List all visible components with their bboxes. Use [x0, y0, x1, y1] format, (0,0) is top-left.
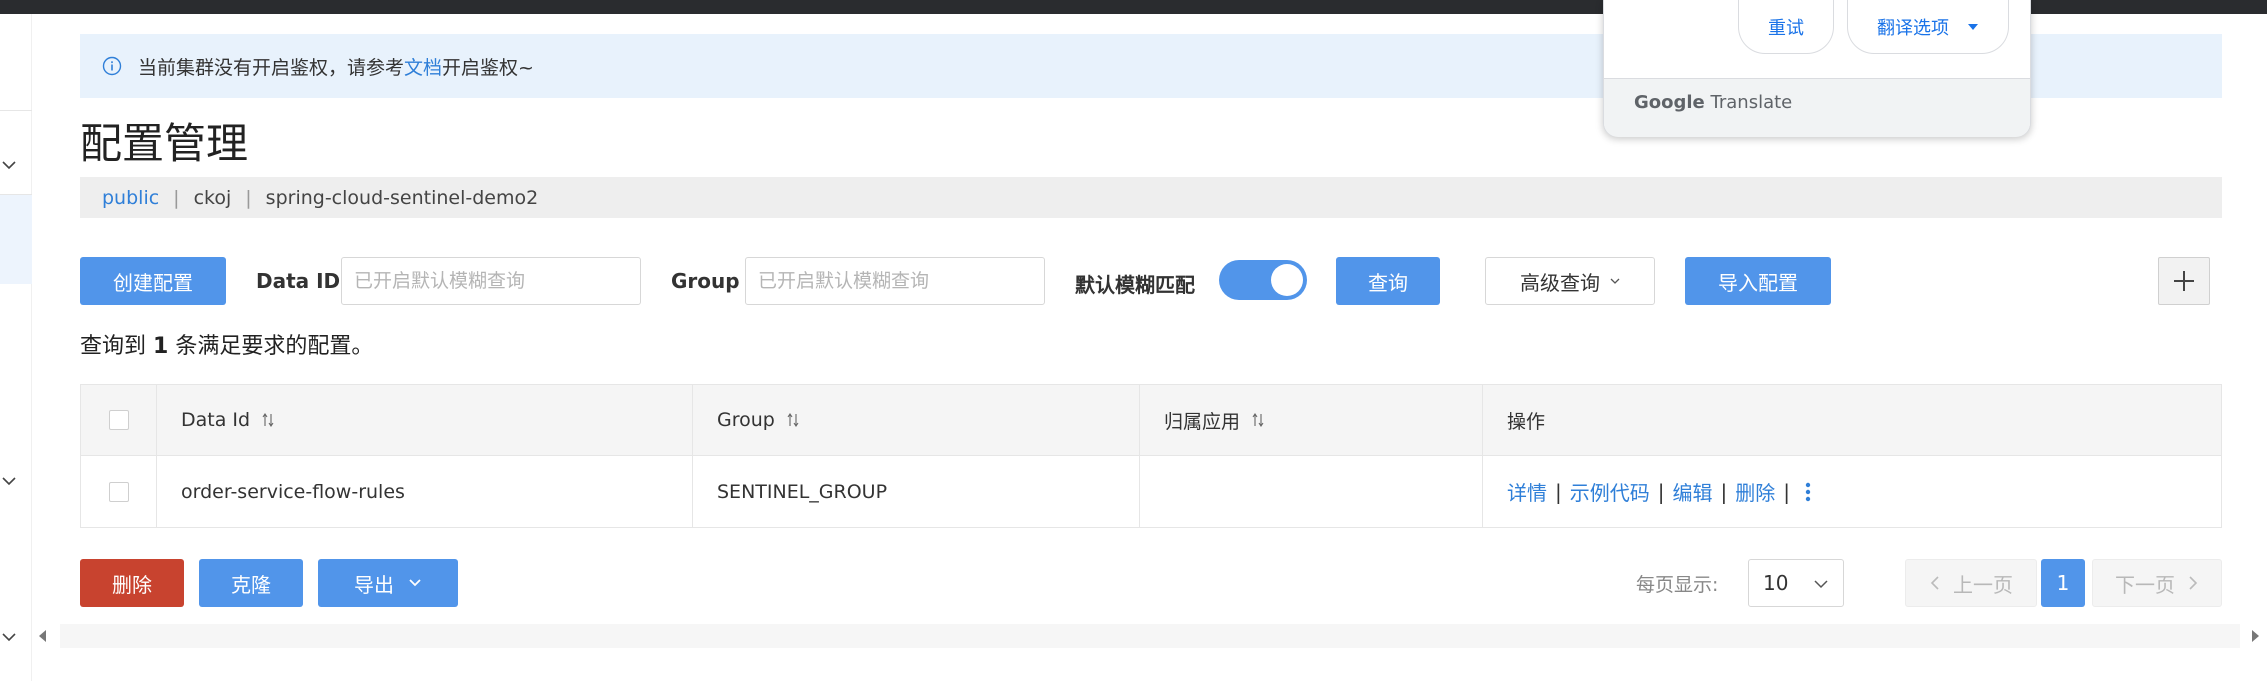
breadcrumb-item: ckoj [193, 186, 232, 209]
chevron-down-icon[interactable] [2, 629, 16, 643]
batch-delete-button[interactable]: 删除 [80, 559, 184, 607]
header-actions-label: 操作 [1507, 410, 1546, 433]
edit-link[interactable]: 编辑 [1673, 477, 1713, 506]
header-select-cell [81, 385, 157, 455]
action-separator: | [1555, 479, 1562, 504]
header-data-id-label: Data Id [181, 409, 251, 431]
export-label: 导出 [354, 572, 394, 597]
scroll-left-icon[interactable] [36, 629, 50, 643]
translate-brand-text: Translate [1710, 92, 1793, 113]
add-button[interactable] [2158, 257, 2210, 305]
sidebar-divider [0, 194, 32, 195]
sidebar-collapsed [0, 14, 32, 681]
create-config-button[interactable]: 创建配置 [80, 257, 226, 305]
header-data-id[interactable]: Data Id [157, 385, 693, 455]
delete-link[interactable]: 删除 [1735, 477, 1775, 506]
sidebar-divider [0, 110, 32, 111]
chevron-down-icon [409, 579, 421, 587]
select-all-checkbox[interactable] [108, 410, 129, 430]
row-select-cell [81, 456, 157, 527]
horizontal-scrollbar[interactable] [32, 624, 2267, 648]
action-separator: | [1657, 479, 1665, 504]
table-footer: 删除 克隆 导出 每页显示: 10 上一页 1 下一页 [80, 558, 2222, 608]
breadcrumb-separator: | [173, 186, 180, 209]
fuzzy-match-toggle[interactable] [1219, 260, 1307, 300]
breadcrumb-item: spring-cloud-sentinel-demo2 [265, 186, 539, 209]
translate-options-button[interactable]: 翻译选项 [1847, 0, 2009, 54]
google-translate-brand: Google Translate [1634, 92, 1792, 113]
config-table: Data Id Group 归属应用 操作 order-service-flow… [80, 384, 2222, 528]
more-vertical-icon[interactable] [1804, 481, 1812, 503]
chevron-down-icon [1610, 278, 1620, 284]
import-config-button[interactable]: 导入配置 [1685, 257, 1831, 305]
sample-code-link[interactable]: 示例代码 [1570, 477, 1650, 506]
breadcrumb: public | ckoj | spring-cloud-sentinel-de… [80, 177, 2222, 218]
table-row: order-service-flow-rules SENTINEL_GROUP … [81, 456, 2221, 527]
next-page-label: 下一页 [2115, 572, 2175, 597]
result-count: 1 [153, 334, 169, 359]
next-page-button[interactable]: 下一页 [2092, 559, 2222, 607]
advanced-query-button[interactable]: 高级查询 [1485, 257, 1655, 305]
page-size-value: 10 [1763, 571, 1789, 595]
breadcrumb-separator: | [245, 186, 252, 209]
translate-options-label: 翻译选项 [1877, 17, 1949, 39]
chevron-down-icon[interactable] [2, 473, 16, 487]
prev-page-button[interactable]: 上一页 [1905, 559, 2037, 607]
info-icon [102, 56, 122, 76]
clone-button[interactable]: 克隆 [199, 559, 303, 607]
sort-icon[interactable] [1252, 412, 1264, 428]
result-prefix: 查询到 [80, 334, 147, 359]
header-app-label: 归属应用 [1164, 410, 1241, 433]
header-app[interactable]: 归属应用 [1140, 385, 1483, 455]
prev-page-label: 上一页 [1953, 572, 2013, 597]
sort-icon[interactable] [787, 412, 799, 428]
group-label: Group [671, 269, 740, 293]
query-button[interactable]: 查询 [1336, 257, 1440, 305]
page-size-select[interactable]: 10 [1748, 559, 1844, 607]
retry-button[interactable]: 重试 [1738, 0, 1834, 54]
google-translate-popup: 重试 翻译选项 Google Translate [1603, 0, 2031, 137]
breadcrumb-namespace[interactable]: public [102, 187, 159, 209]
plus-icon [2174, 271, 2194, 291]
sidebar-item-active[interactable] [0, 194, 32, 284]
group-input[interactable] [745, 257, 1045, 305]
caret-down-icon [1968, 23, 1978, 30]
google-logo-text: Google [1634, 92, 1705, 113]
notice-text: 当前集群没有开启鉴权，请参考 [138, 56, 405, 79]
scroll-right-icon[interactable] [2248, 629, 2262, 643]
export-button[interactable]: 导出 [318, 559, 458, 607]
header-group-label: Group [717, 409, 775, 431]
result-summary: 查询到 1 条满足要求的配置。 [80, 328, 373, 360]
page-title: 配置管理 [80, 119, 249, 168]
current-page-button[interactable]: 1 [2041, 559, 2085, 607]
search-toolbar: 创建配置 Data ID Group 默认模糊匹配 查询 高级查询 导入配置 [80, 256, 2222, 306]
header-actions: 操作 [1483, 385, 2221, 455]
toggle-knob [1271, 264, 1303, 296]
dataid-input[interactable] [341, 257, 641, 305]
table-header-row: Data Id Group 归属应用 操作 [81, 385, 2221, 456]
action-separator: | [1783, 479, 1790, 504]
sort-icon[interactable] [262, 412, 274, 428]
scrollbar-track[interactable] [60, 624, 2240, 648]
row-checkbox[interactable] [108, 481, 129, 502]
chevron-down-icon [1814, 580, 1828, 589]
chevron-right-icon [2189, 576, 2198, 590]
cell-data-id: order-service-flow-rules [157, 456, 693, 527]
result-suffix: 条满足要求的配置。 [175, 334, 374, 359]
cell-app [1140, 456, 1483, 527]
action-separator: | [1720, 479, 1728, 504]
chevron-down-icon[interactable] [2, 157, 16, 171]
chevron-left-icon [1930, 576, 1939, 590]
notice-text-end: 开启鉴权~ [442, 56, 534, 79]
dataid-label: Data ID [256, 269, 341, 293]
page-size-label: 每页显示: [1636, 574, 1719, 596]
docs-link[interactable]: 文档 [404, 53, 442, 80]
header-group[interactable]: Group [693, 385, 1140, 455]
detail-link[interactable]: 详情 [1507, 477, 1547, 506]
cell-group: SENTINEL_GROUP [693, 456, 1140, 527]
advanced-query-label: 高级查询 [1520, 270, 1600, 295]
cell-actions: 详情 | 示例代码 | 编辑 | 删除 | [1483, 456, 2221, 527]
fuzzy-match-label: 默认模糊匹配 [1075, 273, 1195, 297]
